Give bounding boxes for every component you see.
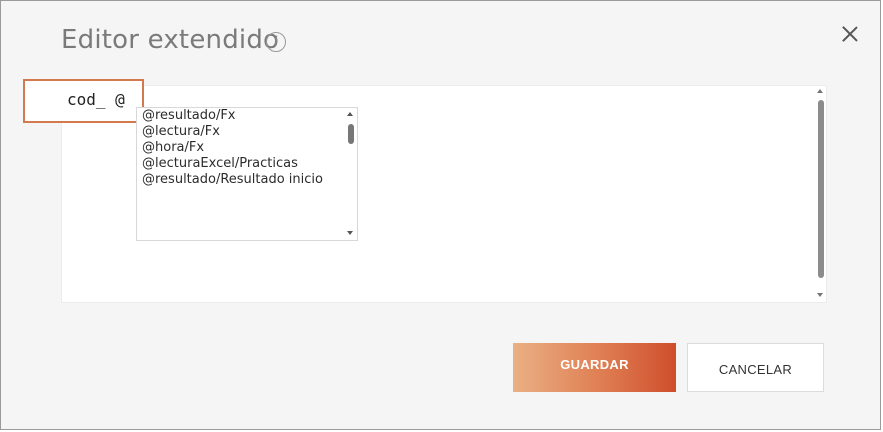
suggestion-item[interactable]: @hora/Fx <box>142 140 323 156</box>
info-icon[interactable]: i <box>266 32 286 52</box>
suggestion-item[interactable]: @lectura/Fx <box>142 124 323 140</box>
editor-scroll-down-arrow[interactable] <box>817 293 823 297</box>
cancel-button[interactable]: CANCELAR <box>687 343 824 392</box>
code-line-text[interactable]: cod_ @ <box>67 90 125 109</box>
dropdown-scroll-down-arrow[interactable] <box>347 231 353 235</box>
dropdown-scrollbar-thumb[interactable] <box>348 124 354 144</box>
suggestion-list: @resultado/Fx @lectura/Fx @hora/Fx @lect… <box>142 108 323 188</box>
suggestion-item[interactable]: @lecturaExcel/Practicas <box>142 156 323 172</box>
editor-scrollbar-thumb[interactable] <box>818 100 824 278</box>
autocomplete-dropdown[interactable]: @resultado/Fx @lectura/Fx @hora/Fx @lect… <box>136 107 358 241</box>
dialog-title: Editor extendido <box>61 25 280 55</box>
suggestion-item[interactable]: @resultado/Resultado inicio <box>142 172 323 188</box>
dropdown-scroll-up-arrow[interactable] <box>347 112 353 116</box>
extended-editor-dialog: Editor extendido i cod_ @ @resultado/Fx … <box>0 0 881 430</box>
save-button[interactable]: GUARDAR <box>513 343 676 392</box>
close-icon[interactable] <box>839 23 861 45</box>
suggestion-item[interactable]: @resultado/Fx <box>142 108 323 124</box>
editor-scroll-up-arrow[interactable] <box>817 89 823 93</box>
